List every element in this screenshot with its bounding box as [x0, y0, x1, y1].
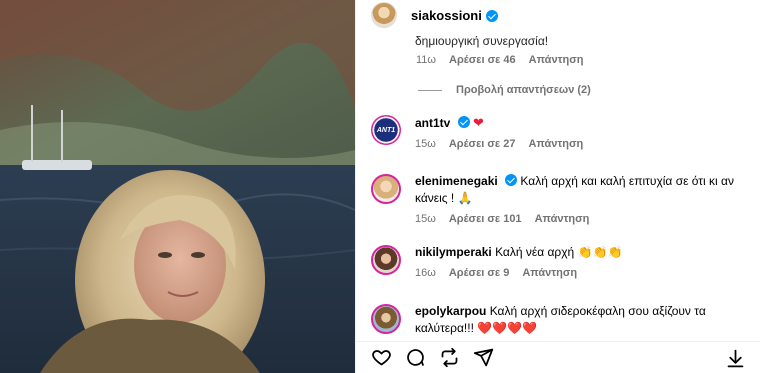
comment-text: nikilymperaki Καλή νέα αρχή 👏👏👏: [415, 244, 751, 261]
comment-username[interactable]: nikilymperaki: [415, 245, 492, 259]
comment-text: ant1tv ❤: [415, 114, 751, 132]
post-photo: [0, 0, 355, 373]
comment-item: nikilymperaki Καλή νέα αρχή 👏👏👏 16ω Αρέσ…: [371, 244, 751, 279]
reply-button[interactable]: Απάντηση: [535, 213, 590, 225]
comment-time: 15ω: [415, 138, 436, 150]
comment-likes[interactable]: Αρέσει σε 27: [449, 138, 516, 150]
commenter-avatar[interactable]: [371, 174, 401, 204]
comment-time: 16ω: [415, 267, 436, 279]
save-icon[interactable]: [724, 347, 746, 369]
comment-meta: 15ω Αρέσει σε 101 Απάντηση: [415, 213, 751, 225]
comment-likes[interactable]: Αρέσει σε 46: [449, 54, 516, 66]
comment-body: Καλή νέα αρχή 👏👏👏: [495, 245, 623, 259]
heart-icon[interactable]: [370, 347, 392, 369]
reply-button[interactable]: Απάντηση: [522, 267, 577, 279]
reply-button[interactable]: Απάντηση: [529, 54, 584, 66]
post-username[interactable]: siakossioni: [411, 8, 482, 23]
comments-panel: siakossioni δημιουργική συνεργασία! 11ω …: [355, 0, 760, 373]
comment-item: elenimenegaki Καλή αρχή και καλή επιτυχί…: [371, 173, 751, 225]
profile-avatar[interactable]: [371, 2, 397, 28]
comment-text: elenimenegaki Καλή αρχή και καλή επιτυχί…: [415, 173, 751, 207]
repost-icon[interactable]: [438, 347, 460, 369]
view-replies-label: Προβολή απαντήσεων (2): [456, 84, 591, 96]
post-actions-bar: [356, 341, 760, 373]
comment-text: epolykarpou Καλή αρχή σιδεροκέφαλη σου α…: [415, 303, 751, 337]
commenter-avatar[interactable]: [371, 245, 401, 275]
comment-item: ΑΝΤ1 ant1tv ❤ 15ω Αρέσει σε 27 Απάντηση: [371, 114, 751, 150]
comments-list: δημιουργική συνεργασία! 11ω Αρέσει σε 46…: [356, 30, 760, 341]
partial-comment-text: δημιουργική συνεργασία!: [415, 34, 549, 48]
comment-meta: 15ω Αρέσει σε 27 Απάντηση: [415, 138, 751, 150]
share-icon[interactable]: [472, 347, 494, 369]
comment-username[interactable]: elenimenegaki: [415, 174, 498, 188]
comment-time: 15ω: [415, 213, 436, 225]
verified-badge-icon: [457, 116, 470, 128]
comment-time: 11ω: [416, 54, 437, 66]
ant1-logo-text: ΑΝΤ1: [376, 126, 396, 134]
heart-emoji-icon: ❤: [473, 115, 484, 130]
comment-icon[interactable]: [404, 347, 426, 369]
reply-button[interactable]: Απάντηση: [528, 138, 583, 150]
comment-likes[interactable]: Αρέσει σε 101: [449, 213, 522, 225]
divider-line: [418, 89, 442, 91]
partial-comment-meta: 11ω Αρέσει σε 46 Απάντηση: [416, 54, 583, 66]
post-image: [0, 0, 355, 373]
comment-item: epolykarpou Καλή αρχή σιδεροκέφαλη σου α…: [371, 303, 751, 337]
commenter-avatar[interactable]: [371, 304, 401, 334]
commenter-avatar[interactable]: ΑΝΤ1: [371, 115, 401, 145]
view-replies-button[interactable]: Προβολή απαντήσεων (2): [418, 84, 591, 96]
comment-likes[interactable]: Αρέσει σε 9: [449, 267, 510, 279]
comment-username[interactable]: ant1tv: [415, 116, 450, 130]
verified-badge-icon: [485, 10, 498, 22]
verified-badge-icon: [505, 174, 518, 186]
post-header: siakossioni: [356, 0, 760, 30]
comment-meta: 16ω Αρέσει σε 9 Απάντηση: [415, 267, 751, 279]
comment-username[interactable]: epolykarpou: [415, 304, 486, 318]
